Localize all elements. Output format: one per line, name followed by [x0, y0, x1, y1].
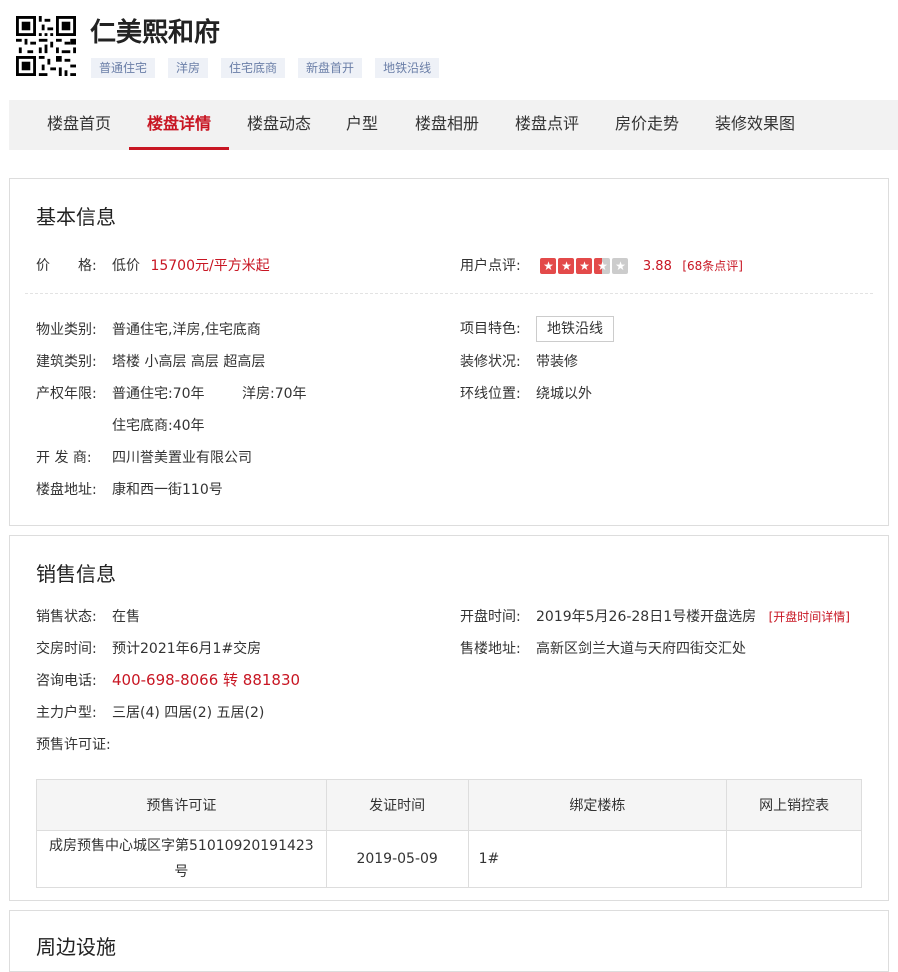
phone-value[interactable]: 400-698-8066 转 881830: [112, 671, 300, 689]
tag: 洋房: [168, 58, 209, 78]
header: 仁美熙和府 普通住宅 洋房 住宅底商 新盘首开 地铁沿线: [0, 0, 898, 100]
sales-info-section: 销售信息 销售状态: 在售 交房时间: 预计2021年6月1#交房 咨询电话: 400…: [9, 535, 889, 901]
status-label: 销售状态:: [36, 609, 97, 625]
layouts-label: 主力户型:: [36, 705, 97, 721]
building-type-label: 建筑类别:: [36, 354, 97, 370]
tenure-value: 住宅底商:40年: [112, 418, 205, 434]
tab-price-trend[interactable]: 房价走势: [615, 100, 679, 150]
tenure-value: 洋房:70年: [242, 386, 307, 402]
permit-label: 预售许可证:: [36, 737, 111, 753]
table-header: 网上销控表: [726, 779, 862, 831]
tab-news[interactable]: 楼盘动态: [247, 100, 311, 150]
address-row: 楼盘地址: 康和西一街110号: [36, 479, 223, 499]
status-value: 在售: [112, 609, 140, 625]
feature-row: 项目特色: 地铁沿线: [460, 316, 614, 342]
star-half-icon: ★: [594, 258, 611, 274]
tag-list: 普通住宅 洋房 住宅底商 新盘首开 地铁沿线: [91, 58, 440, 78]
property-type-row: 物业类别: 普通住宅,洋房,住宅底商: [36, 319, 261, 339]
feature-label: 项目特色:: [460, 321, 521, 337]
address-label: 楼盘地址:: [36, 482, 97, 498]
tab-details[interactable]: 楼盘详情: [129, 100, 229, 150]
open-time-value: 2019年5月26-28日1号楼开盘选房: [536, 609, 757, 625]
tenure-label: 产权年限:: [36, 386, 97, 402]
section-heading: 销售信息: [36, 562, 116, 586]
status-row: 销售状态: 在售: [36, 606, 140, 626]
sales-control-cell[interactable]: [726, 830, 862, 888]
tab-album[interactable]: 楼盘相册: [415, 100, 479, 150]
tab-decoration[interactable]: 装修效果图: [715, 100, 795, 150]
open-time-row: 开盘时间: 2019年5月26-28日1号楼开盘选房 [开盘时间详情]: [460, 606, 850, 626]
tenure-row-2: 住宅底商:40年: [112, 415, 205, 435]
developer-value: 四川誉美置业有限公司: [112, 450, 252, 466]
phone-label: 咨询电话:: [36, 673, 97, 689]
delivery-row: 交房时间: 预计2021年6月1#交房: [36, 638, 261, 658]
property-type-value: 普通住宅,洋房,住宅底商: [112, 322, 261, 338]
basic-info-section: 基本信息 价 格: 低价 15700元/平方米起 用户点评: ★ ★ ★ ★ ★ …: [9, 178, 889, 526]
ring-label: 环线位置:: [460, 386, 521, 402]
building-cell: 1#: [467, 830, 728, 888]
rating-count-link[interactable]: [68条点评]: [682, 259, 743, 273]
rating-score: 3.88: [642, 259, 672, 274]
tag: 住宅底商: [221, 58, 286, 78]
ring-row: 环线位置: 绕城以外: [460, 383, 592, 403]
price-row: 价 格: 低价 15700元/平方米起: [36, 255, 270, 275]
divider: [25, 293, 873, 294]
table-header: 发证时间: [325, 779, 469, 831]
building-type-row: 建筑类别: 塔楼 小高层 高层 超高层: [36, 351, 265, 371]
tab-home[interactable]: 楼盘首页: [47, 100, 111, 150]
delivery-label: 交房时间:: [36, 641, 97, 657]
property-type-label: 物业类别:: [36, 322, 97, 338]
tab-reviews[interactable]: 楼盘点评: [515, 100, 579, 150]
section-heading: 基本信息: [36, 205, 116, 229]
developer-label: 开 发 商:: [36, 450, 92, 466]
developer-row: 开 发 商: 四川誉美置业有限公司: [36, 447, 252, 467]
address-value: 康和西一街110号: [112, 482, 223, 498]
building-type-value: 塔楼 小高层 高层 超高层: [112, 354, 266, 370]
rating-stars: ★ ★ ★ ★ ★: [540, 258, 629, 274]
star-icon: ★: [558, 258, 575, 274]
tag: 普通住宅: [91, 58, 156, 78]
tag: 地铁沿线: [375, 58, 440, 78]
table-header: 预售许可证: [36, 779, 327, 831]
tenure-value: 普通住宅:70年: [112, 386, 205, 402]
layouts-row: 主力户型: 三居(4) 四居(2) 五居(2): [36, 702, 264, 722]
price-label: 价 格:: [36, 258, 97, 274]
surrounding-section: 周边设施: [9, 910, 889, 972]
sales-address-row: 售楼地址: 高新区剑兰大道与天府四街交汇处: [460, 638, 746, 658]
sales-address-label: 售楼地址:: [460, 641, 521, 657]
qr-code-icon: [16, 16, 76, 76]
tenure-row: 产权年限: 普通住宅:70年 洋房:70年: [36, 383, 307, 403]
rating-row: 用户点评: ★ ★ ★ ★ ★ 3.88 [68条点评]: [460, 255, 743, 275]
delivery-value: 预计2021年6月1#交房: [112, 641, 262, 657]
star-empty-icon: ★: [612, 258, 629, 274]
permit-row: 预售许可证:: [36, 734, 111, 754]
table-header: 绑定楼栋: [467, 779, 728, 831]
decoration-row: 装修状况: 带装修: [460, 351, 578, 371]
open-time-label: 开盘时间:: [460, 609, 521, 625]
table-row: 成房预售中心城区字第51010920191423号 2019-05-09 1#: [36, 830, 862, 888]
price-value: 15700元/平方米起: [150, 258, 270, 274]
permit-table: 预售许可证 发证时间 绑定楼栋 网上销控表 成房预售中心城区字第51010920…: [36, 779, 862, 888]
decoration-label: 装修状况:: [460, 354, 521, 370]
phone-row: 咨询电话: 400-698-8066 转 881830: [36, 669, 300, 690]
star-icon: ★: [540, 258, 557, 274]
decoration-value: 带装修: [536, 354, 578, 370]
date-cell: 2019-05-09: [325, 830, 469, 888]
section-heading: 周边设施: [36, 935, 116, 959]
feature-badge: 地铁沿线: [536, 316, 614, 342]
sales-address-value: 高新区剑兰大道与天府四街交汇处: [536, 641, 746, 657]
open-time-detail-link[interactable]: [开盘时间详情]: [769, 610, 850, 624]
page-title: 仁美熙和府: [90, 18, 221, 48]
layouts-value: 三居(4) 四居(2) 五居(2): [112, 705, 265, 721]
table-header-row: 预售许可证 发证时间 绑定楼栋 网上销控表: [36, 779, 862, 831]
price-prefix: 低价: [112, 258, 140, 274]
star-icon: ★: [576, 258, 593, 274]
tab-floor-plans[interactable]: 户型: [346, 100, 378, 150]
rating-label: 用户点评:: [460, 258, 521, 274]
permit-cell: 成房预售中心城区字第51010920191423号: [36, 830, 327, 888]
ring-value: 绕城以外: [536, 386, 592, 402]
tag: 新盘首开: [298, 58, 363, 78]
nav-bar: 楼盘首页 楼盘详情 楼盘动态 户型 楼盘相册 楼盘点评 房价走势 装修效果图: [9, 100, 898, 150]
